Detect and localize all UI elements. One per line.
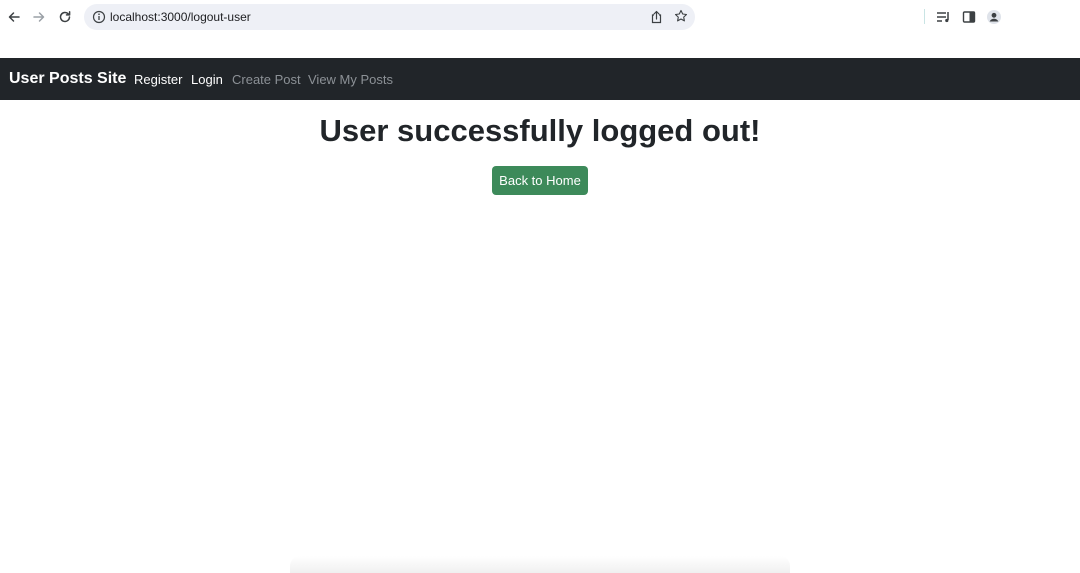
- nav-link-view-my-posts[interactable]: View My Posts: [308, 71, 393, 88]
- forward-button[interactable]: [28, 6, 50, 28]
- url-text[interactable]: localhost:3000/logout-user: [110, 9, 251, 25]
- info-icon[interactable]: [92, 10, 106, 24]
- back-to-home-button[interactable]: Back to Home: [492, 166, 588, 195]
- star-icon[interactable]: [674, 9, 688, 23]
- reload-icon: [59, 11, 71, 23]
- media-controls-icon[interactable]: [936, 8, 952, 26]
- toolbar-divider: [924, 9, 925, 24]
- profile-avatar-icon[interactable]: [986, 8, 1002, 26]
- nav-link-login[interactable]: Login: [191, 71, 223, 88]
- site-brand[interactable]: User Posts Site: [9, 69, 126, 89]
- page-title: User successfully logged out!: [319, 113, 761, 148]
- browser-toolbar: localhost:3000/logout-user: [0, 0, 1080, 34]
- share-icon[interactable]: [650, 10, 663, 24]
- site-navbar: User Posts Site Register Login Create Po…: [0, 58, 1080, 100]
- bottom-shadow: [290, 556, 790, 573]
- arrow-left-icon: [8, 12, 20, 22]
- reload-button[interactable]: [54, 6, 76, 28]
- nav-link-register[interactable]: Register: [134, 71, 182, 88]
- side-panel-icon[interactable]: [962, 8, 976, 26]
- back-button[interactable]: [3, 6, 25, 28]
- arrow-right-icon: [33, 12, 45, 22]
- nav-link-create-post[interactable]: Create Post: [232, 71, 301, 88]
- address-bar[interactable]: localhost:3000/logout-user: [84, 4, 695, 30]
